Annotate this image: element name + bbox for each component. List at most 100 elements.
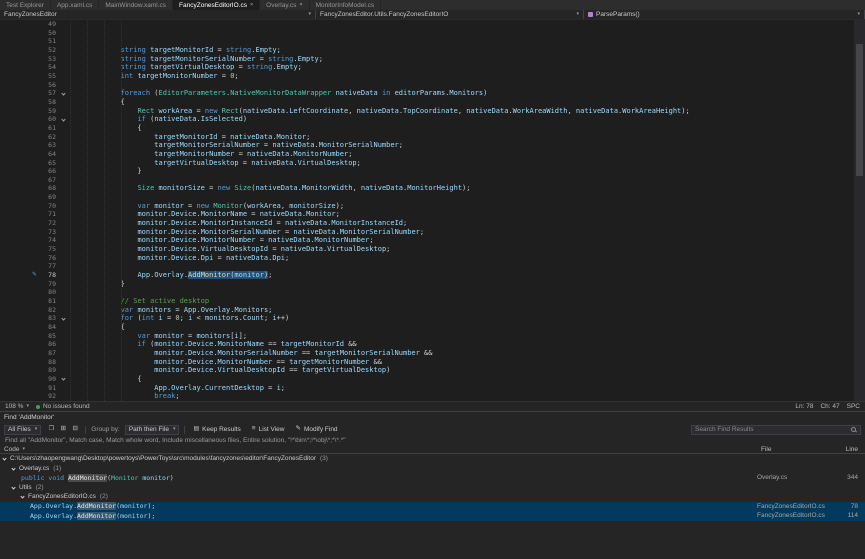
breakpoint-margin[interactable] xyxy=(0,262,40,271)
find-results-tab[interactable]: Find 'AddMonitor' xyxy=(4,414,54,421)
breakpoint-margin[interactable] xyxy=(0,176,40,185)
code-line[interactable]: 72 monitor.Device.MonitorInstanceId = na… xyxy=(0,219,865,228)
breakpoint-margin[interactable] xyxy=(0,81,40,90)
expand-chevron-icon[interactable] xyxy=(2,457,6,461)
code-line[interactable]: 63 targetMonitorSerialNumber = nativeDat… xyxy=(0,141,865,150)
expand-chevron-icon[interactable] xyxy=(20,495,24,499)
breakpoint-margin[interactable] xyxy=(0,202,40,211)
code-line[interactable]: 71 monitor.Device.MonitorName = nativeDa… xyxy=(0,210,865,219)
tab-overlay-cs[interactable]: Overlay.cs× xyxy=(260,0,309,10)
breakpoint-margin[interactable] xyxy=(0,245,40,254)
breakpoint-margin[interactable] xyxy=(0,392,40,401)
scrollbar-thumb[interactable] xyxy=(856,44,863,176)
tab-test-explorer[interactable]: Test Explorer xyxy=(0,0,51,10)
code-line[interactable]: 60 if (nativeData.IsSelected) xyxy=(0,115,865,124)
fold-chevron-icon[interactable] xyxy=(61,377,65,381)
breakpoint-margin[interactable] xyxy=(0,55,40,64)
code-line[interactable]: 59 Rect workArea = new Rect(nativeData.L… xyxy=(0,107,865,116)
code-line[interactable]: 69 xyxy=(0,193,865,202)
group-by-dropdown[interactable]: Path then File xyxy=(125,425,180,435)
breakpoint-margin[interactable] xyxy=(0,340,40,349)
result-row[interactable]: App.Overlay.AddMonitor(monitor);FancyZon… xyxy=(0,511,865,521)
breakpoint-margin[interactable] xyxy=(0,20,40,29)
file-column-header[interactable]: File xyxy=(757,446,835,453)
code-line[interactable]: 58 { xyxy=(0,98,865,107)
member-dropdown[interactable]: ParseParams() xyxy=(584,10,865,19)
breakpoint-margin[interactable] xyxy=(0,124,40,133)
project-dropdown[interactable]: FancyZonesEditor xyxy=(0,10,316,19)
expand-chevron-icon[interactable] xyxy=(11,485,15,489)
result-group-row[interactable]: Overlay.cs(1) xyxy=(0,464,865,474)
breakpoint-margin[interactable] xyxy=(0,228,40,237)
breakpoint-margin[interactable] xyxy=(0,133,40,142)
code-line[interactable]: 91 App.Overlay.CurrentDesktop = i; xyxy=(0,384,865,393)
code-line[interactable]: 54 string targetVirtualDesktop = string.… xyxy=(0,63,865,72)
list-view-button[interactable]: List View xyxy=(249,425,288,435)
edited-line-pencil-icon[interactable]: ✎ xyxy=(0,271,40,280)
breakpoint-margin[interactable] xyxy=(0,159,40,168)
code-line[interactable]: 65 targetVirtualDesktop = nativeData.Vir… xyxy=(0,159,865,168)
fold-chevron-icon[interactable] xyxy=(61,91,65,95)
breakpoint-margin[interactable] xyxy=(0,254,40,263)
code-line[interactable]: 56 xyxy=(0,81,865,90)
code-line[interactable]: 92 break; xyxy=(0,392,865,401)
tab-fancyzoneseditorio-cs[interactable]: FancyZonesEditorIO.cs× xyxy=(173,0,260,10)
code-line[interactable]: 73 monitor.Device.MonitorSerialNumber = … xyxy=(0,228,865,237)
code-line[interactable]: 52 string targetMonitorId = string.Empty… xyxy=(0,46,865,55)
code-line[interactable]: 50 xyxy=(0,29,865,38)
breakpoint-margin[interactable] xyxy=(0,184,40,193)
breakpoint-margin[interactable] xyxy=(0,107,40,116)
files-filter-dropdown[interactable]: All Files xyxy=(4,425,41,435)
breakpoint-margin[interactable] xyxy=(0,167,40,176)
code-line[interactable]: 76 monitor.Device.Dpi = nativeData.Dpi; xyxy=(0,254,865,263)
close-icon[interactable]: × xyxy=(299,2,302,8)
breakpoint-margin[interactable] xyxy=(0,29,40,38)
code-line[interactable]: 87 monitor.Device.MonitorSerialNumber ==… xyxy=(0,349,865,358)
breakpoint-margin[interactable] xyxy=(0,115,40,124)
code-line[interactable]: 89 monitor.Device.VirtualDesktopId == ta… xyxy=(0,366,865,375)
result-group-row[interactable]: FancyZonesEditorIO.cs(2) xyxy=(0,492,865,502)
tab-app-xaml-cs[interactable]: App.xaml.cs xyxy=(51,0,99,10)
code-line[interactable]: 66 } xyxy=(0,167,865,176)
breakpoint-margin[interactable] xyxy=(0,141,40,150)
code-line[interactable]: 55 int targetMonitorNumber = 0; xyxy=(0,72,865,81)
column-indicator[interactable]: Ch: 47 xyxy=(820,403,839,410)
result-row[interactable]: public void AddMonitor(Monitor monitor)O… xyxy=(0,473,865,483)
code-line[interactable]: 77 xyxy=(0,262,865,271)
breakpoint-margin[interactable] xyxy=(0,150,40,159)
code-line[interactable]: 86 if (monitor.Device.MonitorName == tar… xyxy=(0,340,865,349)
collapse-all-icon[interactable] xyxy=(70,425,80,435)
code-line[interactable]: 51 xyxy=(0,37,865,46)
code-line[interactable]: ✎78 App.Overlay.AddMonitor(monitor); xyxy=(0,271,865,280)
line-column-header[interactable]: Line xyxy=(835,446,865,453)
tab-mainwindow-xaml-cs[interactable]: MainWindow.xaml.cs xyxy=(99,0,173,10)
close-icon[interactable]: × xyxy=(250,2,253,8)
breakpoint-margin[interactable] xyxy=(0,375,40,384)
code-line[interactable]: 90 { xyxy=(0,375,865,384)
fold-chevron-icon[interactable] xyxy=(61,316,65,320)
spaces-indicator[interactable]: SPC xyxy=(847,403,860,410)
code-line[interactable]: 80 xyxy=(0,288,865,297)
expand-chevron-icon[interactable] xyxy=(11,466,15,470)
breakpoint-margin[interactable] xyxy=(0,349,40,358)
breakpoint-margin[interactable] xyxy=(0,297,40,306)
code-line[interactable]: 85 var monitor = monitors[i]; xyxy=(0,332,865,341)
breakpoint-margin[interactable] xyxy=(0,323,40,332)
fold-chevron-icon[interactable] xyxy=(61,117,65,121)
code-line[interactable]: 84 { xyxy=(0,323,865,332)
breakpoint-margin[interactable] xyxy=(0,384,40,393)
code-line[interactable]: 81 // Set active desktop xyxy=(0,297,865,306)
copy-icon[interactable] xyxy=(46,425,56,435)
issues-indicator[interactable]: No issues found xyxy=(36,403,90,410)
result-group-row[interactable]: C:\Users\zhaopengwang\Desktop\powertoys\… xyxy=(0,454,865,464)
search-find-results-input[interactable]: Search Find Results xyxy=(691,425,861,435)
breakpoint-margin[interactable] xyxy=(0,219,40,228)
result-row[interactable]: App.Overlay.AddMonitor(monitor);FancyZon… xyxy=(0,502,865,512)
code-line[interactable]: 61 { xyxy=(0,124,865,133)
code-line[interactable]: 67 xyxy=(0,176,865,185)
breakpoint-margin[interactable] xyxy=(0,236,40,245)
breakpoint-margin[interactable] xyxy=(0,332,40,341)
code-line[interactable]: 64 targetMonitorNumber = nativeData.Moni… xyxy=(0,150,865,159)
breakpoint-margin[interactable] xyxy=(0,280,40,289)
code-line[interactable]: 70 var monitor = new Monitor(workArea, m… xyxy=(0,202,865,211)
